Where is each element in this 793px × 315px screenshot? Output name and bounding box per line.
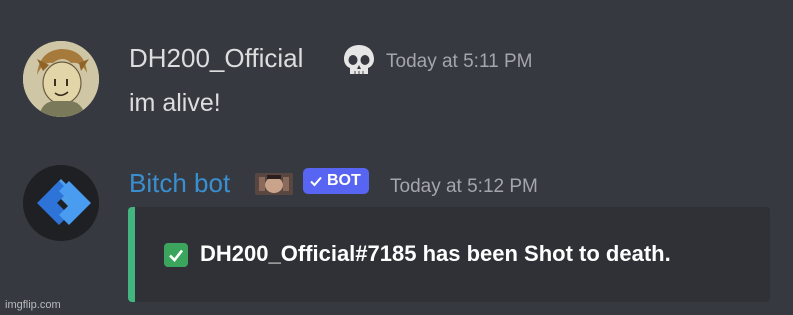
timestamp: Today at 5:11 PM xyxy=(386,51,533,72)
embed-accent-bar xyxy=(128,207,135,302)
bot-avatar[interactable] xyxy=(23,165,99,241)
small-image-icon xyxy=(255,173,293,195)
bot-username[interactable]: Bitch bot xyxy=(129,168,230,198)
embed-text: DH200_Official#7185 has been Shot to dea… xyxy=(200,241,671,266)
skull-icon xyxy=(342,43,376,77)
embed: DH200_Official#7185 has been Shot to dea… xyxy=(128,207,770,302)
username[interactable]: DH200_Official xyxy=(129,43,303,73)
message-content: im alive! xyxy=(129,89,221,117)
bot-timestamp: Today at 5:12 PM xyxy=(390,176,538,197)
watermark: imgflip.com xyxy=(5,299,61,311)
bot-tag-label: BOT xyxy=(327,172,361,189)
drawn-character-avatar-icon xyxy=(23,41,99,117)
check-mark-icon xyxy=(164,243,188,267)
avatar[interactable] xyxy=(23,41,99,117)
checkmark-icon xyxy=(310,176,322,187)
bot-tag: BOT xyxy=(303,168,369,194)
blue-chevron-logo-icon xyxy=(23,165,99,241)
